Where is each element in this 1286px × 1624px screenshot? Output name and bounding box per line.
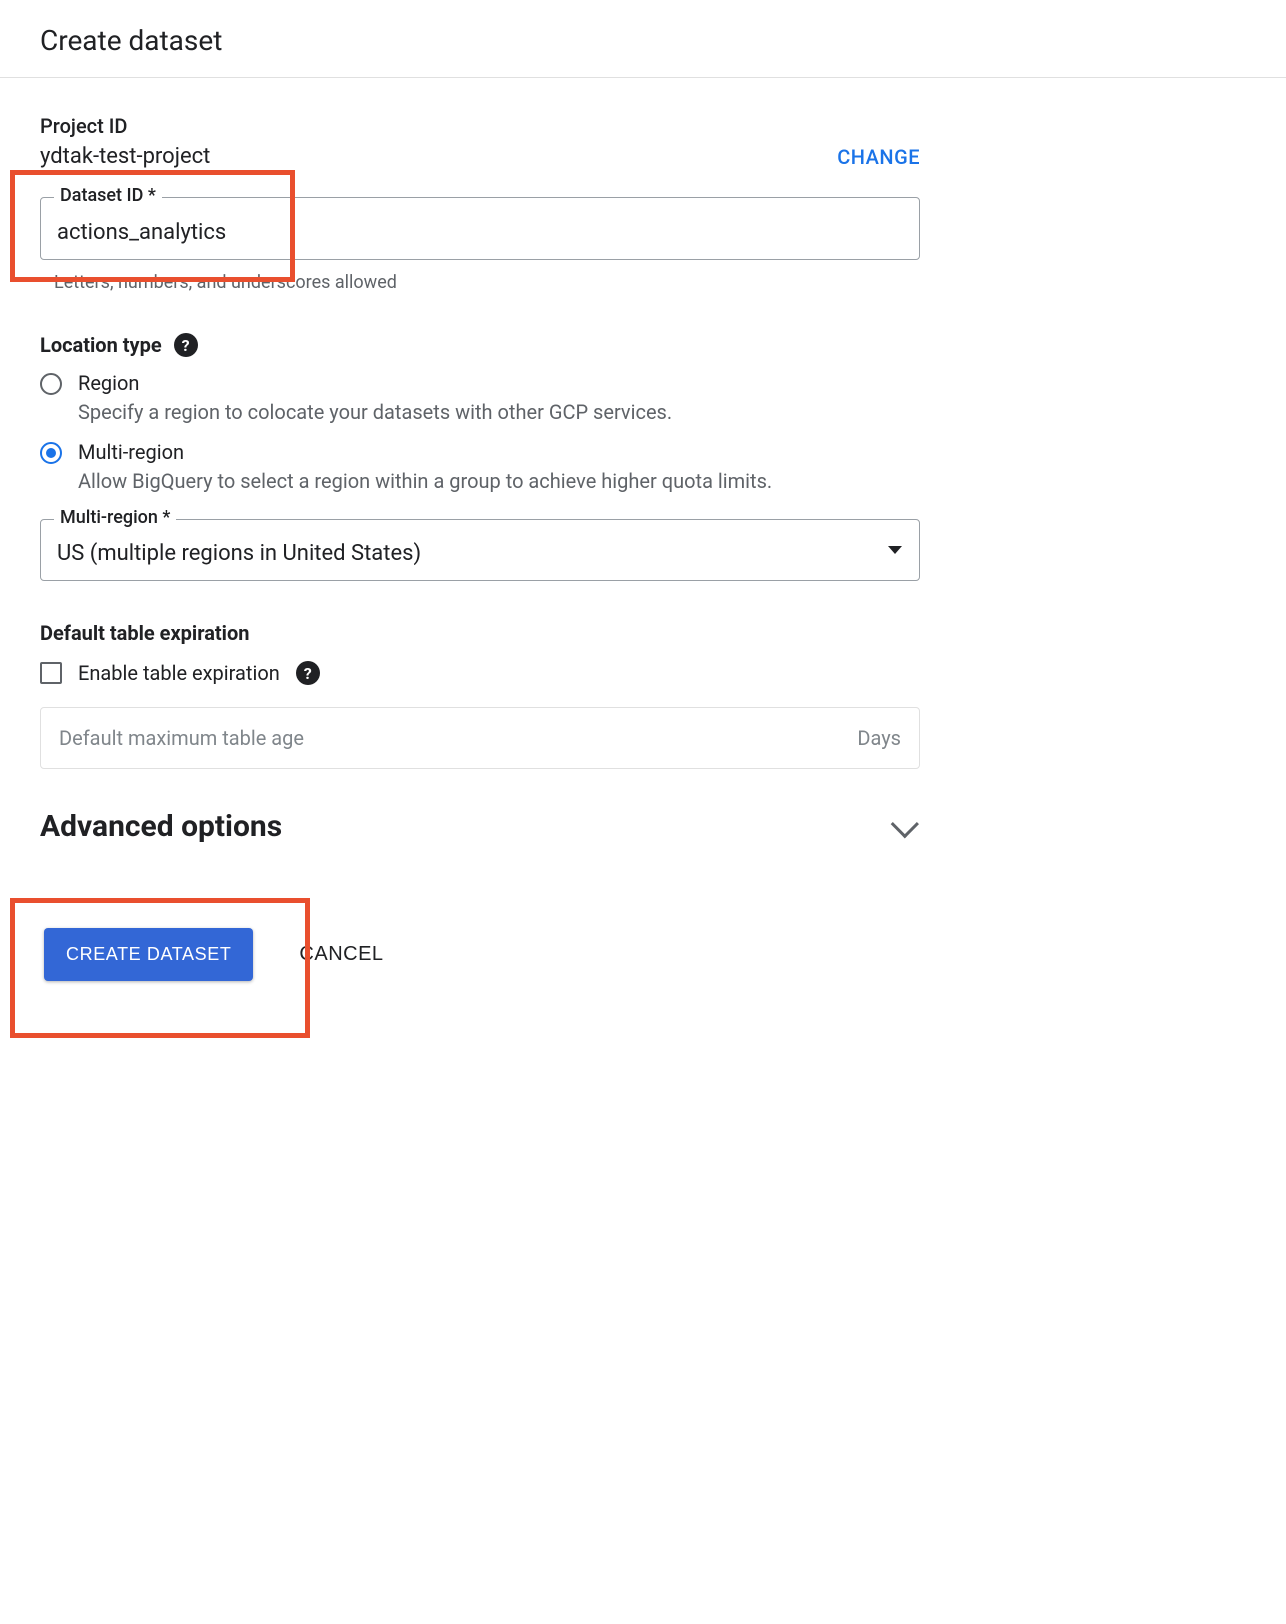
radio-region-button[interactable]	[40, 373, 62, 395]
chevron-down-icon	[891, 810, 919, 838]
dataset-id-helper: Letters, numbers, and underscores allowe…	[54, 272, 920, 293]
project-id-value: ydtak-test-project	[40, 144, 210, 169]
advanced-options-title: Advanced options	[40, 809, 282, 844]
multiregion-select[interactable]: Multi-region * US (multiple regions in U…	[40, 519, 920, 581]
cancel-button[interactable]: CANCEL	[293, 942, 389, 967]
radio-multiregion-desc: Allow BigQuery to select a region within…	[78, 468, 772, 495]
max-table-age-input[interactable]: Default maximum table age Days	[40, 707, 920, 769]
radio-multiregion-label: Multi-region	[78, 440, 772, 464]
multiregion-value: US (multiple regions in United States)	[57, 541, 421, 566]
help-icon[interactable]: ?	[296, 661, 320, 685]
radio-region-desc: Specify a region to colocate your datase…	[78, 399, 672, 426]
max-table-age-placeholder: Default maximum table age	[59, 726, 304, 750]
dataset-id-input[interactable]: actions_analytics	[57, 220, 226, 245]
radio-region-label: Region	[78, 371, 672, 395]
location-type-title: Location type	[40, 333, 162, 357]
multiregion-label: Multi-region *	[54, 507, 176, 528]
page-title: Create dataset	[0, 0, 1286, 78]
action-row: CREATE DATASET CANCEL	[40, 904, 920, 1009]
chevron-down-icon	[888, 546, 902, 554]
create-dataset-button[interactable]: CREATE DATASET	[44, 928, 253, 981]
enable-expiration-label: Enable table expiration	[78, 661, 280, 685]
expiration-title: Default table expiration	[40, 621, 249, 645]
project-row: Project ID ydtak-test-project CHANGE	[40, 114, 920, 169]
radio-multiregion[interactable]: Multi-region Allow BigQuery to select a …	[40, 440, 920, 495]
advanced-options-toggle[interactable]: Advanced options	[40, 809, 920, 844]
max-table-age-unit: Days	[857, 726, 901, 750]
change-project-button[interactable]: CHANGE	[837, 145, 920, 169]
radio-multiregion-button[interactable]	[40, 442, 62, 464]
help-icon[interactable]: ?	[174, 333, 198, 357]
enable-expiration-checkbox[interactable]: Enable table expiration ?	[40, 661, 920, 685]
dataset-id-field[interactable]: Dataset ID * actions_analytics	[40, 197, 920, 260]
project-id-label: Project ID	[40, 114, 210, 138]
dataset-id-label: Dataset ID *	[54, 185, 162, 206]
radio-region[interactable]: Region Specify a region to colocate your…	[40, 371, 920, 426]
checkbox-icon[interactable]	[40, 662, 62, 684]
